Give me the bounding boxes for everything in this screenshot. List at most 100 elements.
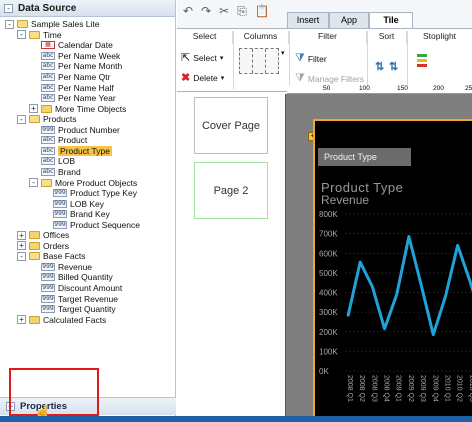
stoplight-green-bar <box>417 54 427 57</box>
tab-insert[interactable]: Insert <box>287 12 329 28</box>
tree-item-label: Product <box>58 135 88 146</box>
tile-tab[interactable]: Product Type <box>318 148 411 166</box>
tree-item[interactable]: 999 Product Sequence <box>53 219 140 230</box>
stoplight-icon[interactable] <box>417 53 429 68</box>
tree-item-label: Billed Quantity <box>58 272 113 283</box>
tree-item[interactable]: 999 Product Number <box>41 125 120 136</box>
text-attribute-icon: abc <box>41 62 55 71</box>
pages-panel: Cover Page Page 2 <box>177 92 285 416</box>
y-tick-label: 300K <box>319 308 338 317</box>
sort-ascending-icon[interactable]: ⇅ <box>375 60 384 73</box>
expand-icon[interactable]: + <box>17 241 26 251</box>
page-thumbnail-page2[interactable]: Page 2 <box>194 162 268 219</box>
tree-item[interactable]: abc Per Name Half <box>41 82 114 93</box>
undo-icon[interactable]: ↶ <box>183 4 193 19</box>
tree-item-label: Discount Amount <box>58 283 123 293</box>
numeric-attribute-icon: 999 <box>41 294 55 303</box>
cut-icon[interactable]: ✂ <box>219 4 229 19</box>
collapse-icon[interactable]: - <box>17 251 26 261</box>
columns-layout-button[interactable] <box>239 48 279 74</box>
paste-icon[interactable]: 📋 <box>255 4 270 19</box>
tree-item[interactable]: abc Per Name Month <box>41 61 122 72</box>
chevron-down-icon[interactable]: ▾ <box>281 49 285 57</box>
x-tick-label: 2008 Q4 <box>383 375 390 402</box>
tree-item-label: More Product Objects <box>55 177 138 188</box>
tree-item[interactable]: 999 LOB Key <box>53 198 104 209</box>
tree-item[interactable]: 999 Brand Key <box>53 209 110 220</box>
group-stoplight-header: Stoplight <box>422 31 457 41</box>
line-chart[interactable]: 800K 700K 600K 500K 400K 300K 200K 100K 0K 2008 Q… <box>317 206 472 421</box>
group-divider <box>233 31 234 89</box>
chevron-down-icon: ▾ <box>220 74 225 82</box>
redo-icon[interactable]: ↷ <box>201 4 211 19</box>
tree-item-label: Products <box>43 114 77 125</box>
tree-item[interactable]: + More Time Objects <box>29 103 126 114</box>
expand-icon[interactable]: + <box>29 104 38 114</box>
tree-item[interactable]: abc Brand <box>41 167 81 178</box>
manage-filters-button[interactable]: ⧩ Manage Filters <box>295 72 364 85</box>
tree-item[interactable]: ▦ Calendar Date <box>41 40 113 51</box>
tree-item[interactable]: abc Product Type <box>41 145 112 157</box>
text-attribute-icon: abc <box>41 94 55 103</box>
collapse-icon[interactable]: - <box>29 178 38 187</box>
collapse-panel-icon[interactable]: - <box>4 3 13 13</box>
text-attribute-icon: abc <box>41 136 55 145</box>
stoplight-yellow-bar <box>417 59 427 62</box>
collapse-icon[interactable]: - <box>5 19 14 29</box>
chart-subtitle: Revenue <box>321 193 370 207</box>
chart-tile[interactable]: Product Type Product Type Revenue 800K 70… <box>313 119 472 419</box>
collapse-icon[interactable]: - <box>17 30 26 40</box>
ruler-tick-label: 150 <box>397 85 408 92</box>
tree-item[interactable]: 999 Revenue <box>41 262 92 273</box>
chevron-down-icon: ▾ <box>219 54 224 62</box>
tree-item-label: LOB <box>58 156 76 167</box>
tab-app[interactable]: App <box>329 12 369 28</box>
tree-item[interactable]: abc Per Name Qtr <box>41 72 110 83</box>
filter-button[interactable]: ⧩ Filter <box>295 52 327 65</box>
tree-item[interactable]: + Calculated Facts <box>17 314 106 325</box>
tree-item[interactable]: - Base Facts <box>17 251 86 262</box>
text-attribute-icon: abc <box>41 51 55 60</box>
tree-item[interactable]: - More Product Objects <box>29 177 137 188</box>
group-divider <box>289 31 290 89</box>
tree-item[interactable]: 999 Discount Amount <box>41 283 122 294</box>
tree-item[interactable]: + Orders <box>17 241 69 252</box>
tree-item[interactable]: 999 Target Quantity <box>41 304 116 315</box>
tree-item[interactable]: - Sample Sales Lite <box>5 19 100 30</box>
y-tick-label: 200K <box>319 328 338 337</box>
tree-item[interactable]: 999 Product Type Key <box>53 188 137 199</box>
expand-icon[interactable]: + <box>17 230 26 240</box>
report-canvas[interactable]: + Product Type Product Type Revenue 800K… <box>285 94 472 419</box>
tree-item-label: Calculated Facts <box>43 314 107 325</box>
tree-item[interactable]: abc Product <box>41 135 87 146</box>
data-source-header[interactable]: - Data Source <box>0 0 175 17</box>
tree-item[interactable]: + Offices <box>17 230 69 241</box>
tree-item[interactable]: - Products <box>17 114 77 125</box>
page-thumbnail-cover[interactable]: Cover Page <box>194 97 268 154</box>
delete-button[interactable]: ✖ Delete ▾ <box>181 71 224 84</box>
sort-descending-icon[interactable]: ⇅ <box>389 60 398 73</box>
tree-item[interactable]: 999 Billed Quantity <box>41 272 113 283</box>
copy-icon[interactable]: ⎘ <box>237 4 247 19</box>
x-tick-label: 2009 Q4 <box>431 375 438 402</box>
tree-item-label: Calendar Date <box>58 40 113 51</box>
tree-item-label: Per Name Qtr <box>58 72 111 82</box>
select-button[interactable]: ⇱ Select ▾ <box>181 51 223 64</box>
data-source-title: Data Source <box>18 2 77 14</box>
expand-icon[interactable]: + <box>17 315 26 325</box>
tree-item[interactable]: - Time <box>17 30 62 41</box>
tree-item-label: Orders <box>43 240 69 251</box>
data-point <box>408 235 410 238</box>
folder-open-icon <box>41 178 52 187</box>
tree-item[interactable]: abc LOB <box>41 156 75 167</box>
ribbon-body: Select Columns Filter Sort Stoplight ⇱ S… <box>177 28 472 92</box>
x-tick-label: 2009 Q1 <box>395 375 402 402</box>
data-source-panel: - Data Source - Sample Sales Lite - Time ▦ Ca… <box>0 0 176 416</box>
text-attribute-icon: abc <box>41 167 55 176</box>
tree-item[interactable]: abc Per Name Year <box>41 93 116 104</box>
tree-item[interactable]: abc Per Name Week <box>41 51 120 62</box>
text-attribute-icon: abc <box>41 73 55 81</box>
tree-item[interactable]: 999 Target Revenue <box>41 293 118 304</box>
tab-tile[interactable]: Tile <box>369 12 413 29</box>
collapse-icon[interactable]: - <box>17 114 26 124</box>
